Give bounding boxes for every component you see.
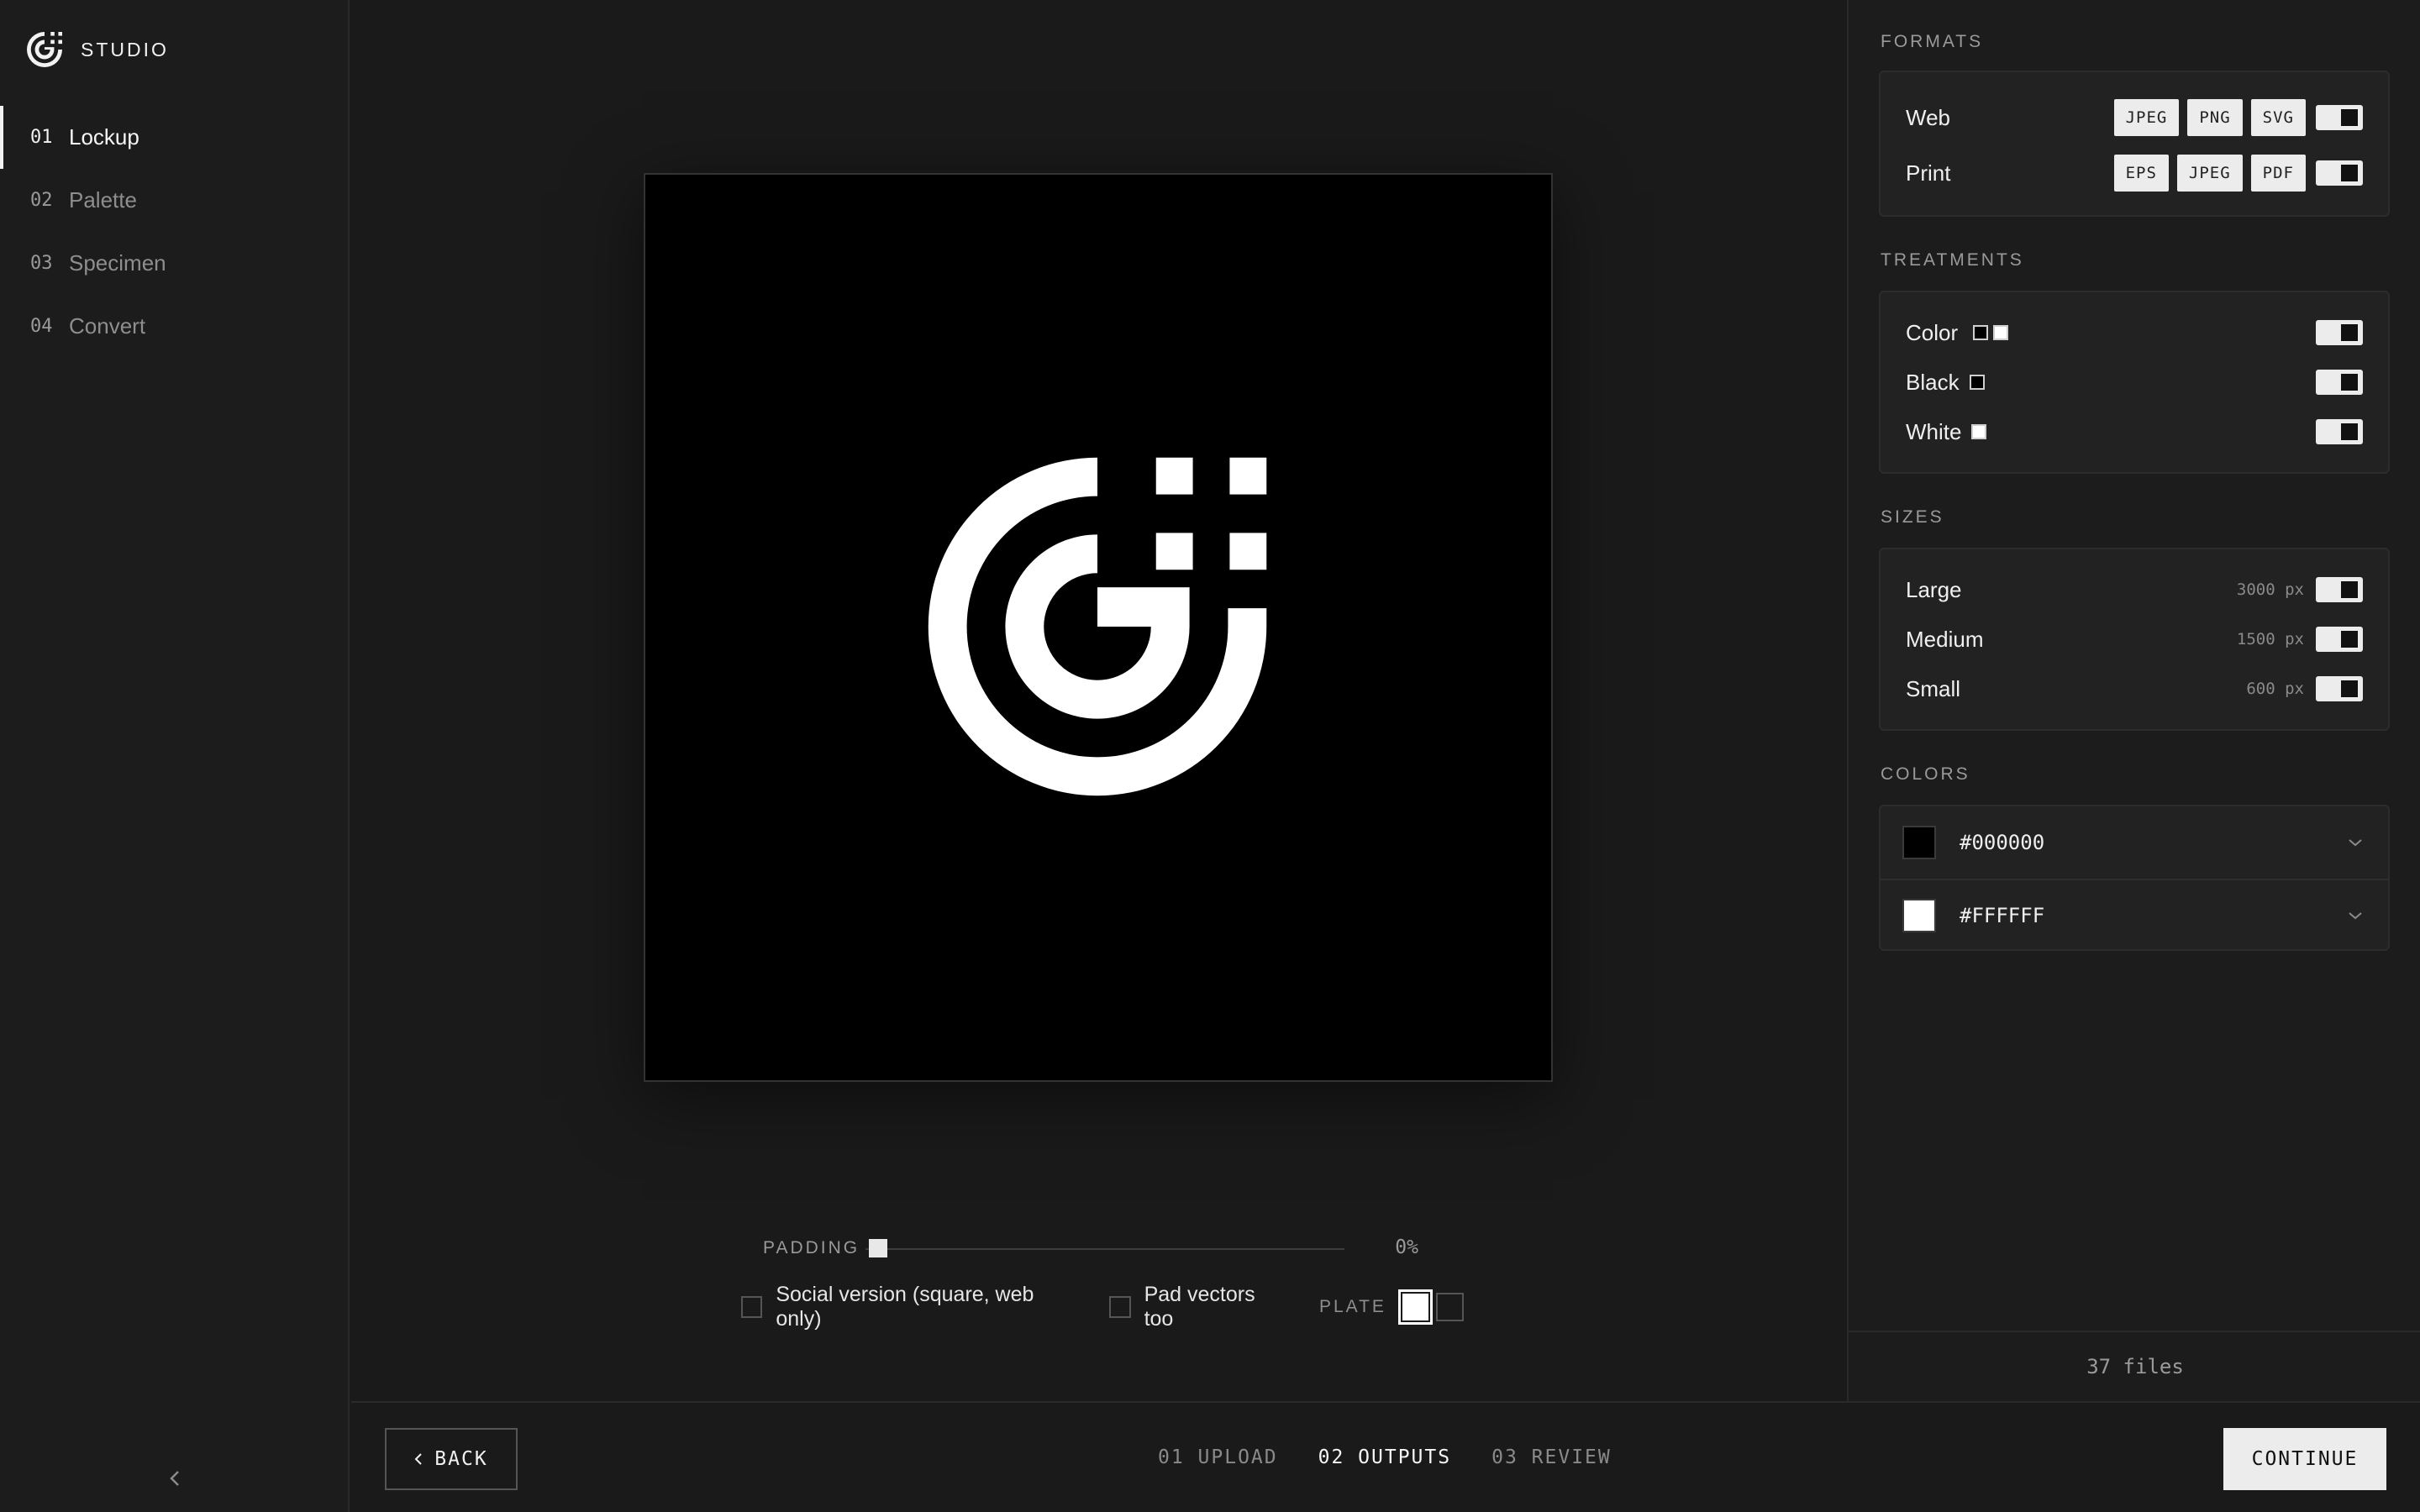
format-chip[interactable]: EPS bbox=[2113, 155, 2169, 192]
sidebar-nav: 01 Lockup 02 Palette 03 Specimen 04 Conv… bbox=[0, 106, 348, 358]
collapse-sidebar-button[interactable] bbox=[160, 1462, 190, 1495]
swatch-black bbox=[1970, 375, 1985, 390]
padding-label: PADDING bbox=[763, 1238, 860, 1257]
swatch-white bbox=[1971, 424, 1986, 439]
sidebar-item-number: 02 bbox=[30, 190, 53, 211]
padding-slider-track[interactable] bbox=[865, 1248, 1344, 1250]
sizes-title: SIZES bbox=[1881, 507, 1944, 527]
preview-options: Social version (square, web only) Pad ve… bbox=[741, 1283, 1464, 1331]
sidebar-item-palette[interactable]: 02 Palette bbox=[0, 169, 348, 232]
swatch-black bbox=[1973, 325, 1988, 340]
chevron-left-icon bbox=[170, 1471, 179, 1486]
colors-title: COLORS bbox=[1881, 764, 1970, 784]
size-value: 600 px bbox=[2246, 680, 2304, 698]
large-size-toggle[interactable] bbox=[2316, 577, 2363, 602]
format-chip[interactable]: JPEG bbox=[2113, 99, 2180, 136]
color-row[interactable]: #000000 bbox=[1881, 806, 2388, 879]
sidebar-item-label: Lockup bbox=[69, 124, 139, 150]
chevron-left-icon bbox=[414, 1453, 423, 1465]
app-name: STUDIO bbox=[81, 38, 169, 60]
format-row-print: Print EPS JPEG PDF bbox=[1881, 153, 2388, 193]
color-hex: #000000 bbox=[1960, 831, 2045, 854]
size-label: Medium bbox=[1906, 626, 1984, 652]
lockup-logo bbox=[928, 457, 1267, 796]
sidebar-item-label: Specimen bbox=[69, 250, 166, 276]
chevron-down-icon[interactable] bbox=[2348, 837, 2363, 848]
sidebar-item-number: 04 bbox=[30, 316, 53, 337]
treatment-label: Black bbox=[1906, 369, 1960, 395]
sidebar-item-convert[interactable]: 04 Convert bbox=[0, 295, 348, 358]
format-chip[interactable]: SVG bbox=[2250, 99, 2306, 136]
size-row-small: Small 600 px bbox=[1881, 669, 2388, 709]
format-chip[interactable]: PNG bbox=[2187, 99, 2243, 136]
step-upload[interactable]: 01 UPLOAD bbox=[1158, 1446, 1278, 1468]
colors-card: #000000 #FFFFFF bbox=[1879, 805, 2390, 951]
sizes-card: Large 3000 px Medium 1500 px Small 600 p… bbox=[1879, 548, 2390, 731]
output-settings-panel: FORMATS Web JPEG PNG SVG Print EPS JPEG … bbox=[1847, 0, 2420, 1401]
format-label: Print bbox=[1906, 160, 1951, 186]
treatment-label: White bbox=[1906, 418, 1962, 444]
pad-vectors-label[interactable]: Pad vectors too bbox=[1144, 1283, 1286, 1331]
size-label: Small bbox=[1906, 675, 1961, 701]
social-version-checkbox[interactable] bbox=[741, 1296, 763, 1318]
sidebar-item-lockup[interactable]: 01 Lockup bbox=[0, 106, 348, 169]
treatments-card: Color Black White bbox=[1879, 291, 2390, 474]
pad-vectors-checkbox[interactable] bbox=[1109, 1296, 1131, 1318]
sidebar-item-number: 03 bbox=[30, 253, 53, 274]
brand[interactable]: STUDIO bbox=[27, 32, 169, 67]
color-hex: #FFFFFF bbox=[1960, 904, 2045, 927]
padding-value: 0% bbox=[1395, 1236, 1418, 1258]
color-row[interactable]: #FFFFFF bbox=[1881, 879, 2388, 951]
file-count: 37 files bbox=[1849, 1331, 2420, 1401]
format-chip[interactable]: JPEG bbox=[2176, 155, 2243, 192]
web-format-toggle[interactable] bbox=[2316, 105, 2363, 130]
padding-slider-thumb[interactable] bbox=[869, 1239, 887, 1257]
size-value: 1500 px bbox=[2236, 630, 2304, 648]
white-treatment-toggle[interactable] bbox=[2316, 419, 2363, 444]
color-swatch[interactable] bbox=[1902, 826, 1936, 859]
wizard-steps: 01 UPLOAD 02 OUTPUTS 03 REVIEW bbox=[1158, 1446, 1612, 1468]
logo-icon bbox=[27, 32, 62, 67]
color-treatment-toggle[interactable] bbox=[2316, 320, 2363, 345]
treatment-row-black: Black bbox=[1881, 362, 2388, 402]
swatch-white bbox=[1993, 325, 2008, 340]
medium-size-toggle[interactable] bbox=[2316, 627, 2363, 652]
continue-button[interactable]: CONTINUE bbox=[2223, 1428, 2386, 1490]
format-label: Web bbox=[1906, 104, 1950, 130]
format-chip[interactable]: PDF bbox=[2250, 155, 2306, 192]
lockup-preview-canvas bbox=[644, 173, 1553, 1082]
plate-white-swatch[interactable] bbox=[1397, 1289, 1433, 1325]
main-preview: PADDING 0% Social version (square, web o… bbox=[351, 0, 1847, 1401]
small-size-toggle[interactable] bbox=[2316, 676, 2363, 701]
treatment-row-color: Color bbox=[1881, 312, 2388, 353]
formats-title: FORMATS bbox=[1881, 32, 1984, 51]
size-label: Large bbox=[1906, 576, 1962, 602]
sidebar-item-number: 01 bbox=[30, 127, 53, 148]
color-swatch[interactable] bbox=[1902, 899, 1936, 932]
sidebar-item-label: Palette bbox=[69, 187, 137, 213]
step-outputs[interactable]: 02 OUTPUTS bbox=[1318, 1446, 1451, 1468]
treatments-title: TREATMENTS bbox=[1881, 250, 2024, 270]
sidebar-item-label: Convert bbox=[69, 313, 146, 339]
chevron-down-icon[interactable] bbox=[2348, 911, 2363, 921]
step-review[interactable]: 03 REVIEW bbox=[1491, 1446, 1612, 1468]
padding-control: PADDING 0% bbox=[763, 1233, 1418, 1263]
back-label: BACK bbox=[434, 1448, 488, 1470]
treatment-label: Color bbox=[1906, 319, 1959, 345]
social-version-label[interactable]: Social version (square, web only) bbox=[776, 1283, 1076, 1331]
sidebar: STUDIO 01 Lockup 02 Palette 03 Specimen … bbox=[0, 0, 350, 1512]
format-row-web: Web JPEG PNG SVG bbox=[1881, 97, 2388, 138]
black-treatment-toggle[interactable] bbox=[2316, 370, 2363, 395]
wizard-footer: BACK 01 UPLOAD 02 OUTPUTS 03 REVIEW CONT… bbox=[351, 1401, 2420, 1512]
size-row-medium: Medium 1500 px bbox=[1881, 619, 2388, 659]
plate-black-swatch[interactable] bbox=[1435, 1293, 1464, 1321]
formats-card: Web JPEG PNG SVG Print EPS JPEG PDF bbox=[1879, 71, 2390, 217]
back-button[interactable]: BACK bbox=[385, 1428, 518, 1490]
plate-label: PLATE bbox=[1318, 1297, 1386, 1316]
size-value: 3000 px bbox=[2236, 580, 2304, 599]
sidebar-item-specimen[interactable]: 03 Specimen bbox=[0, 232, 348, 295]
print-format-toggle[interactable] bbox=[2316, 160, 2363, 186]
treatment-row-white: White bbox=[1881, 412, 2388, 452]
size-row-large: Large 3000 px bbox=[1881, 570, 2388, 610]
